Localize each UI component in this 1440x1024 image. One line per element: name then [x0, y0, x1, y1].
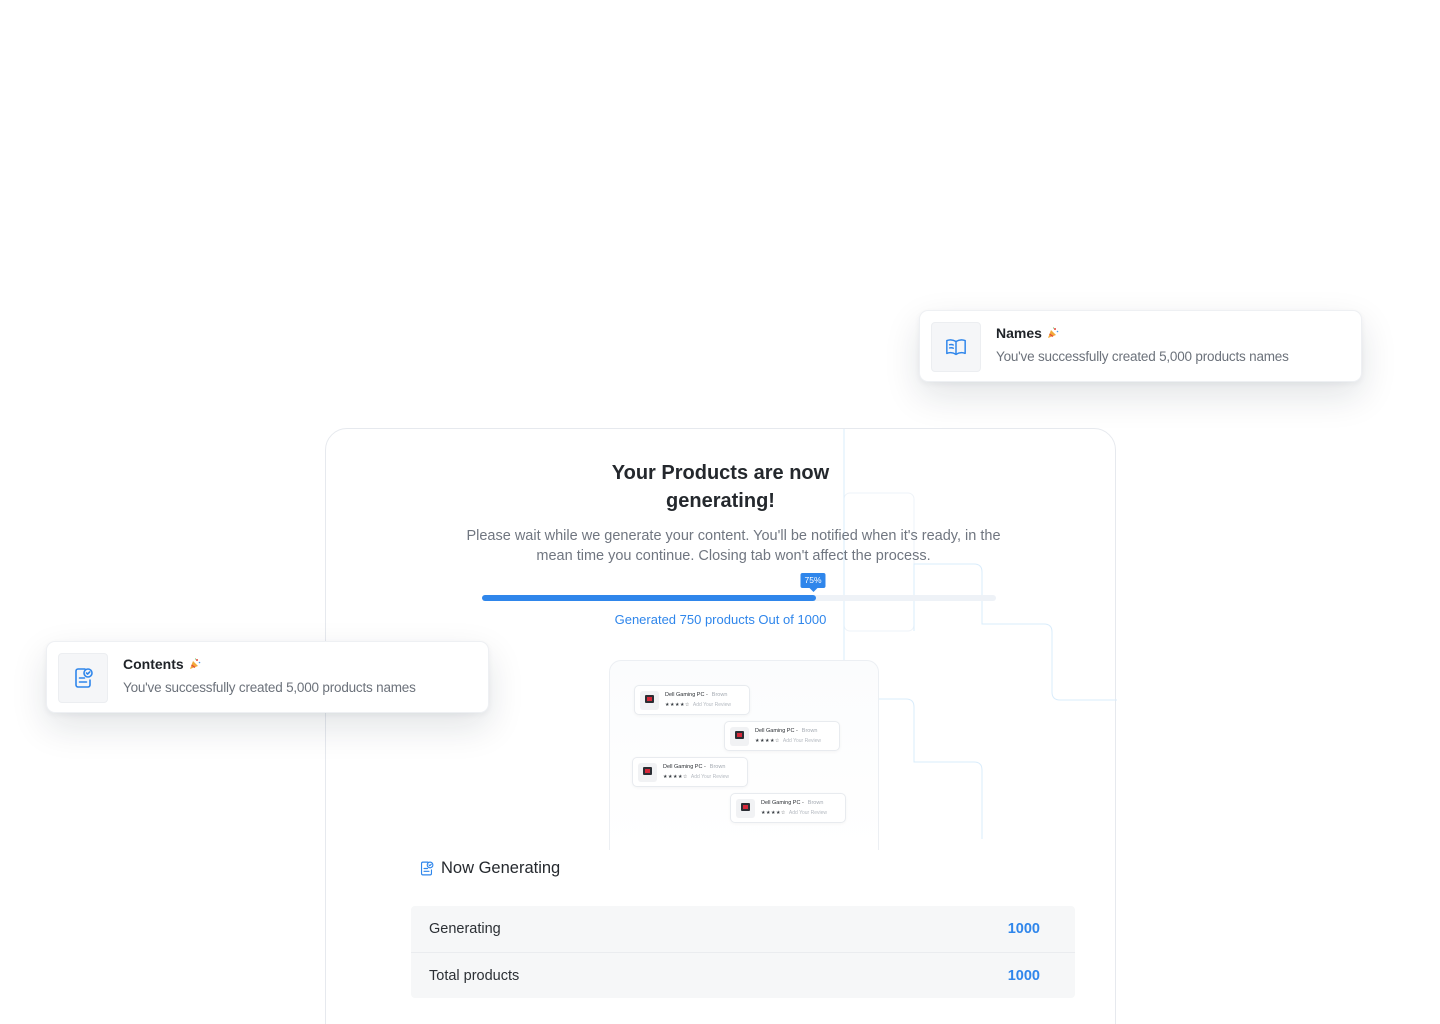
preview-product-card: Dell Gaming PC - Brown ★★★★☆ Add Your Revi… — [634, 685, 750, 715]
rating-stars-icon: ★★★★☆ — [663, 774, 688, 780]
toast-icon-container — [58, 653, 108, 703]
toast-title: Contents — [123, 656, 184, 672]
page-title: Your Products are now generating! — [611, 462, 830, 512]
preview-product-variant: Brown — [711, 692, 728, 698]
progress-bar — [482, 595, 996, 601]
names-success-toast[interactable]: Names You've successfully created 5,000 … — [919, 310, 1362, 382]
generation-stats-table: Generating 1000 Total products 1000 — [411, 906, 1075, 998]
rating-stars-icon: ★★★★☆ — [665, 702, 690, 708]
preview-review-label: Add Your Review — [690, 774, 730, 780]
document-check-icon — [75, 668, 93, 688]
preview-product-variant: Brown — [801, 728, 818, 734]
preview-review-label: Add Your Review — [782, 738, 822, 744]
progress-caption: Generated 750 products Out of 1000 — [614, 612, 827, 627]
stat-value: 1000 — [1007, 921, 1040, 937]
stat-label: Total products — [429, 967, 520, 984]
party-popper-icon — [189, 658, 200, 669]
preview-product-card: Dell Gaming PC - Brown ★★★★☆ Add Your Revi… — [724, 721, 840, 751]
table-row: Generating 1000 — [411, 906, 1075, 952]
progress-fill — [482, 595, 816, 601]
party-popper-icon — [1047, 327, 1059, 338]
page-description: Please wait while we generate your conte… — [466, 528, 1001, 564]
toast-title: Names — [996, 325, 1042, 341]
preview-review-label: Add Your Review — [788, 810, 828, 816]
preview-review-label: Add Your Review — [692, 702, 732, 708]
toast-description: You've successfully created 5,000 produc… — [996, 349, 1289, 364]
contents-success-toast[interactable]: Contents You've successfully created 5,0… — [46, 641, 489, 713]
now-generating-heading: Now Generating — [418, 859, 560, 878]
book-open-icon — [946, 339, 966, 356]
preview-product-title: Dell Gaming PC - — [665, 692, 708, 698]
product-preview-panel: Dell Gaming PC - Brown ★★★★☆ Add Your Revi… — [609, 660, 879, 850]
rating-stars-icon: ★★★★☆ — [761, 810, 786, 816]
preview-product-title: Dell Gaming PC - — [663, 764, 706, 770]
stat-label: Generating — [429, 921, 501, 937]
product-thumbnail — [640, 691, 659, 710]
progress-percent-badge: 75% — [800, 573, 826, 592]
product-thumbnail — [736, 799, 755, 818]
preview-product-card: Dell Gaming PC - Brown ★★★★☆ Add Your Revi… — [730, 793, 846, 823]
generation-status-card: Your Products are now generating! Please… — [325, 428, 1117, 1024]
preview-product-card: Dell Gaming PC - Brown ★★★★☆ Add Your Revi… — [632, 757, 748, 787]
document-check-icon — [420, 861, 434, 876]
toast-description: You've successfully created 5,000 produc… — [123, 680, 416, 695]
product-thumbnail — [638, 763, 657, 782]
rating-stars-icon: ★★★★☆ — [755, 738, 780, 744]
preview-product-title: Dell Gaming PC - — [761, 800, 804, 806]
preview-product-variant: Brown — [807, 800, 824, 806]
preview-product-title: Dell Gaming PC - — [755, 728, 798, 734]
toast-icon-container — [931, 322, 981, 372]
preview-product-variant: Brown — [709, 764, 726, 770]
table-row: Total products 1000 — [411, 952, 1075, 998]
stat-value: 1000 — [1007, 967, 1040, 984]
product-thumbnail — [730, 727, 749, 746]
now-generating-title: Now Generating — [441, 859, 561, 877]
